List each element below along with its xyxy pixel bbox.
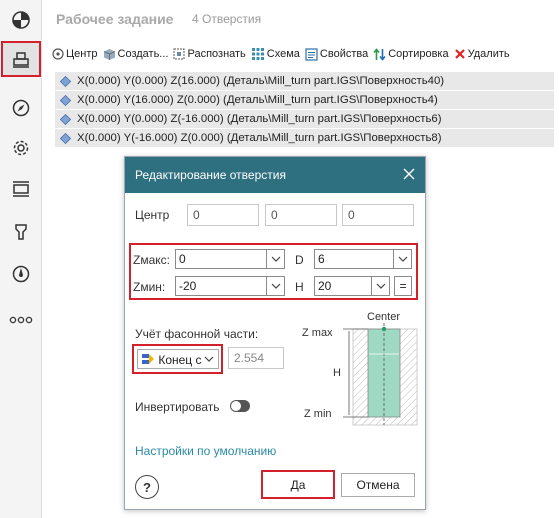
diagram-h-label: H [333, 367, 341, 379]
hole-diamond-icon [60, 132, 71, 144]
marker-icon[interactable] [4, 258, 38, 290]
delete-button[interactable]: Удалить [454, 48, 510, 60]
properties-icon [305, 47, 318, 61]
help-icon[interactable]: ? [135, 475, 159, 499]
scan-icon [173, 48, 185, 60]
dialog-header: Редактирование отверстия [125, 157, 425, 193]
grid-icon [251, 48, 264, 60]
invert-toggle[interactable] [230, 400, 250, 412]
hole-diamond-icon [60, 113, 71, 125]
list-item[interactable]: X(0.000) Y(16.000) Z(0.000) (Деталь\Mill… [55, 91, 554, 109]
hole-label: X(0.000) Y(0.000) Z(-16.000) (Деталь\Mil… [77, 113, 442, 125]
compass-icon[interactable] [4, 92, 38, 124]
target-icon [52, 48, 64, 60]
sort-arrows-icon [373, 47, 386, 61]
d-value: 6 [318, 252, 325, 266]
left-sidebar [0, 0, 42, 518]
shape-part-combo[interactable]: Конец с [137, 349, 219, 369]
tool-icon[interactable] [4, 216, 38, 248]
more-icon[interactable] [4, 304, 38, 336]
hole-diamond-icon [60, 75, 71, 87]
chevron-down-icon[interactable] [393, 250, 411, 268]
edit-hole-dialog: Редактирование отверстия Центр 0 0 0 Zма… [124, 156, 426, 510]
hole-label: X(0.000) Y(0.000) Z(16.000) (Деталь\Mill… [77, 75, 445, 87]
create-button[interactable]: Создать... [103, 48, 169, 61]
zmin-label: Zмин: [133, 280, 166, 294]
origin-icon[interactable] [4, 4, 38, 36]
chevron-down-icon[interactable] [266, 277, 284, 295]
shape-part-value: Конец с [158, 353, 202, 367]
center-z-input[interactable]: 0 [342, 204, 414, 226]
sort-button[interactable]: Сортировка [373, 47, 449, 61]
shape-part-value-input[interactable]: 2.554 [228, 347, 284, 369]
toolbar: Центр Создать... Распознать Схема Свойст… [52, 44, 515, 64]
workpiece-icon[interactable] [1, 41, 41, 77]
center-label: Центр [66, 48, 98, 60]
settings-gear-icon[interactable] [4, 132, 38, 164]
ok-button[interactable]: Да [265, 474, 331, 495]
hole-count: 4 Отверстия [192, 12, 262, 26]
recognize-label: Распознать [187, 48, 246, 60]
diagram-zmin-label: Z min [304, 408, 332, 420]
close-icon[interactable] [403, 168, 415, 180]
page-title: Рабочее задание [56, 11, 174, 27]
diagram-center-label: Center [367, 311, 401, 323]
zmax-label: Zмакс: [133, 253, 170, 267]
chevron-down-icon[interactable] [371, 277, 389, 295]
center-button[interactable]: Центр [52, 48, 98, 60]
invert-label: Инвертировать [135, 400, 220, 414]
defaults-link[interactable]: Настройки по умолчанию [135, 444, 276, 458]
h-value: 20 [318, 279, 332, 293]
hole-label: X(0.000) Y(16.000) Z(0.000) (Деталь\Mill… [77, 94, 438, 106]
zmin-combo[interactable]: -20 [175, 276, 285, 296]
properties-label: Свойства [319, 48, 369, 60]
cancel-button[interactable]: Отмена [341, 473, 415, 497]
dialog-title: Редактирование отверстия [135, 168, 286, 182]
chevron-down-icon[interactable] [266, 250, 284, 268]
zmax-value: 0 [179, 252, 186, 266]
cube-icon [103, 48, 115, 60]
scheme-button[interactable]: Схема [251, 47, 300, 61]
list-item[interactable]: X(0.000) Y(-16.000) Z(0.000) (Деталь\Mil… [55, 129, 554, 147]
list-item[interactable]: X(0.000) Y(0.000) Z(16.000) (Деталь\Mill… [55, 72, 554, 90]
list-item[interactable]: X(0.000) Y(0.000) Z(-16.000) (Деталь\Mil… [55, 110, 554, 128]
center-field-label: Центр [135, 208, 170, 222]
shape-part-label: Учёт фасонной части: [135, 327, 259, 341]
zmin-value: -20 [179, 279, 197, 293]
hole-diagram-svg [343, 323, 418, 426]
create-label: Создать... [117, 48, 169, 60]
center-y-input[interactable]: 0 [265, 204, 337, 226]
center-x-input[interactable]: 0 [187, 204, 259, 226]
h-label: H [295, 280, 304, 294]
machine-icon[interactable] [4, 172, 38, 204]
properties-button[interactable]: Свойства [305, 47, 369, 61]
chevron-down-icon[interactable] [200, 350, 218, 368]
diagram-zmax-label: Z max [302, 327, 333, 339]
tool-end-icon [142, 354, 154, 364]
recognize-button[interactable]: Распознать [173, 48, 246, 60]
d-combo[interactable]: 6 [314, 249, 412, 269]
h-combo[interactable]: 20 [314, 276, 390, 296]
equalize-button[interactable]: = [394, 276, 412, 296]
sort-label: Сортировка [388, 48, 449, 60]
delete-label: Удалить [467, 48, 510, 60]
hole-label: X(0.000) Y(-16.000) Z(0.000) (Деталь\Mil… [77, 132, 442, 144]
hole-list: X(0.000) Y(0.000) Z(16.000) (Деталь\Mill… [55, 72, 554, 148]
delete-x-icon [454, 49, 465, 59]
hole-diamond-icon [60, 94, 71, 106]
d-label: D [295, 253, 304, 267]
zmax-combo[interactable]: 0 [175, 249, 285, 269]
scheme-label: Схема [266, 48, 300, 60]
